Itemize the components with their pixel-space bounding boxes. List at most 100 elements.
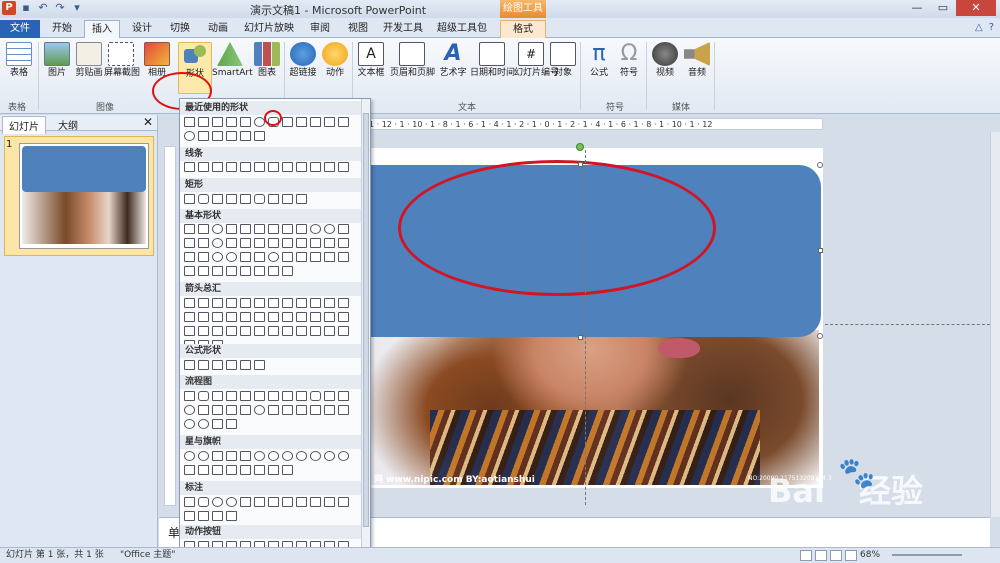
minimize-button[interactable]: — xyxy=(904,0,930,16)
view-buttons xyxy=(800,550,857,561)
shapes-gallery-menu[interactable]: 最近使用的形状 线条 矩形 基本形状 箭头总汇 公式形状 流程图 星与旗帜 标注… xyxy=(179,98,371,554)
powerpoint-app-icon[interactable]: P xyxy=(2,1,16,15)
textbox-icon: A xyxy=(358,42,384,66)
zoom-slider[interactable] xyxy=(892,554,962,556)
customize-qat-icon[interactable]: ▾ xyxy=(70,1,84,15)
video-button[interactable]: 视频 xyxy=(648,42,682,79)
calendar-icon xyxy=(479,42,505,66)
slide-photo[interactable] xyxy=(370,330,819,485)
resize-handle-bottom-right[interactable] xyxy=(817,333,823,339)
object-button[interactable]: 对象 xyxy=(546,42,580,79)
basic-shapes-row-1 xyxy=(184,224,360,236)
tab-animations[interactable]: 动画 xyxy=(200,20,236,38)
smartart-button[interactable]: SmartArt xyxy=(212,42,253,79)
zoom-level[interactable]: 68% xyxy=(860,548,880,563)
maximize-button[interactable]: ▭ xyxy=(930,0,956,16)
red-annotation-circle-rounded-rect xyxy=(264,110,282,126)
tab-developer[interactable]: 开发工具 xyxy=(380,20,426,38)
section-lines: 线条 xyxy=(180,147,362,161)
chart-button[interactable]: 图表 xyxy=(250,42,284,79)
textbox-button[interactable]: A 文本框 xyxy=(354,42,388,79)
section-block-arrows: 箭头总汇 xyxy=(180,282,362,296)
chart-icon xyxy=(254,42,280,66)
tab-design[interactable]: 设计 xyxy=(124,20,160,38)
status-slide-count: 幻灯片 第 1 张，共 1 张 xyxy=(6,550,104,560)
rotation-handle[interactable] xyxy=(576,143,584,151)
audio-button[interactable]: 音频 xyxy=(680,42,714,79)
section-equation-shapes: 公式形状 xyxy=(180,344,362,358)
tab-super-toolkit[interactable]: 超级工具包 xyxy=(432,20,492,38)
album-icon xyxy=(144,42,170,66)
slide-number-button[interactable]: # 幻灯片编号 xyxy=(514,42,559,79)
group-label-symbols: 符号 xyxy=(606,103,625,113)
ribbon-right-icons: △ ? xyxy=(975,22,994,33)
picture-button[interactable]: 图片 xyxy=(40,42,74,79)
symbol-button[interactable]: Ω 符号 xyxy=(612,42,646,79)
baidu-watermark: Bai 经验 🐾 jingyan.baidu.com xyxy=(768,456,923,534)
baidu-paw-icon: 🐾 xyxy=(838,456,876,491)
clipart-button[interactable]: 剪贴画 xyxy=(72,42,106,79)
action-button[interactable]: 动作 xyxy=(318,42,352,79)
status-theme[interactable]: "Office 主题" xyxy=(120,548,175,563)
screenshot-icon xyxy=(108,42,134,66)
slideshow-view-icon[interactable] xyxy=(845,550,857,561)
red-annotation-ellipse xyxy=(398,160,716,296)
tab-view[interactable]: 视图 xyxy=(340,20,376,38)
film-reel-icon xyxy=(652,42,678,66)
header-footer-icon xyxy=(399,42,425,66)
section-flowchart: 流程图 xyxy=(180,375,362,389)
stars-row-2 xyxy=(184,465,360,477)
ribbon-tabs: 文件 开始 插入 设计 切换 动画 幻灯片放映 审阅 视图 开发工具 超级工具包… xyxy=(0,18,1000,38)
date-time-button[interactable]: 日期和时间 xyxy=(470,42,515,79)
resize-handle-right[interactable] xyxy=(818,248,823,253)
lines-row xyxy=(184,162,360,174)
table-button[interactable]: 表格 xyxy=(2,42,36,79)
resize-handle-top-right[interactable] xyxy=(817,162,823,168)
speaker-icon xyxy=(684,42,710,66)
reading-view-icon[interactable] xyxy=(830,550,842,561)
help-icon[interactable]: ? xyxy=(989,22,994,33)
tab-slideshow[interactable]: 幻灯片放映 xyxy=(240,20,298,38)
resize-handle-bottom[interactable] xyxy=(578,335,583,340)
pi-icon: π xyxy=(592,41,606,66)
arrows-row-3 xyxy=(184,326,360,338)
slide-sorter-icon[interactable] xyxy=(815,550,827,561)
shapes-icon xyxy=(182,43,208,67)
window-controls: — ▭ ✕ xyxy=(904,0,996,16)
recent-shapes-row-2 xyxy=(184,131,360,143)
tab-transitions[interactable]: 切换 xyxy=(162,20,198,38)
vertical-ruler xyxy=(164,146,176,506)
close-panel-icon[interactable]: ✕ xyxy=(143,115,153,129)
window-title: 演示文稿1 - Microsoft PowerPoint xyxy=(250,4,427,17)
ribbon: 表格 表格 图片 剪贴画 屏幕截图 相册 图像 形状 SmartArt 图表 超… xyxy=(0,38,1000,114)
equation-button[interactable]: π 公式 xyxy=(582,42,616,79)
horizontal-ruler: 1 · 12 · 1 · 10 · 1 · 8 · 1 · 6 · 1 · 4 … xyxy=(368,118,823,130)
redo-icon[interactable]: ↷ xyxy=(53,1,67,15)
vertical-scrollbar[interactable] xyxy=(990,132,1000,517)
slide-thumbnail[interactable] xyxy=(4,136,154,256)
tab-outline[interactable]: 大纲 xyxy=(52,116,84,133)
section-basic-shapes: 基本形状 xyxy=(180,209,362,223)
tab-slides[interactable]: 幻灯片 xyxy=(2,116,46,134)
menu-scrollbar[interactable] xyxy=(361,99,370,553)
hyperlink-button[interactable]: 超链接 xyxy=(286,42,320,79)
object-icon xyxy=(550,42,576,66)
tab-home[interactable]: 开始 xyxy=(44,20,80,38)
section-callouts: 标注 xyxy=(180,481,362,495)
header-footer-button[interactable]: 页眉和页脚 xyxy=(390,42,435,79)
wordart-button[interactable]: A 艺术字 xyxy=(436,42,470,79)
resize-handle-top[interactable] xyxy=(578,162,583,167)
normal-view-icon[interactable] xyxy=(800,550,812,561)
tab-review[interactable]: 审阅 xyxy=(302,20,338,38)
minimize-ribbon-icon[interactable]: △ xyxy=(975,22,983,33)
undo-icon[interactable]: ↶ xyxy=(36,1,50,15)
basic-shapes-row-2 xyxy=(184,238,360,250)
title-bar: P ▪ ↶ ↷ ▾ 演示文稿1 - Microsoft PowerPoint 绘… xyxy=(0,0,1000,18)
screenshot-button[interactable]: 屏幕截图 xyxy=(104,42,140,79)
close-button[interactable]: ✕ xyxy=(956,0,996,16)
save-icon[interactable]: ▪ xyxy=(19,1,33,15)
tab-file[interactable]: 文件 xyxy=(0,20,40,38)
tab-format[interactable]: 格式 xyxy=(500,20,546,38)
tab-insert[interactable]: 插入 xyxy=(84,20,120,38)
flowchart-row-2 xyxy=(184,405,360,417)
